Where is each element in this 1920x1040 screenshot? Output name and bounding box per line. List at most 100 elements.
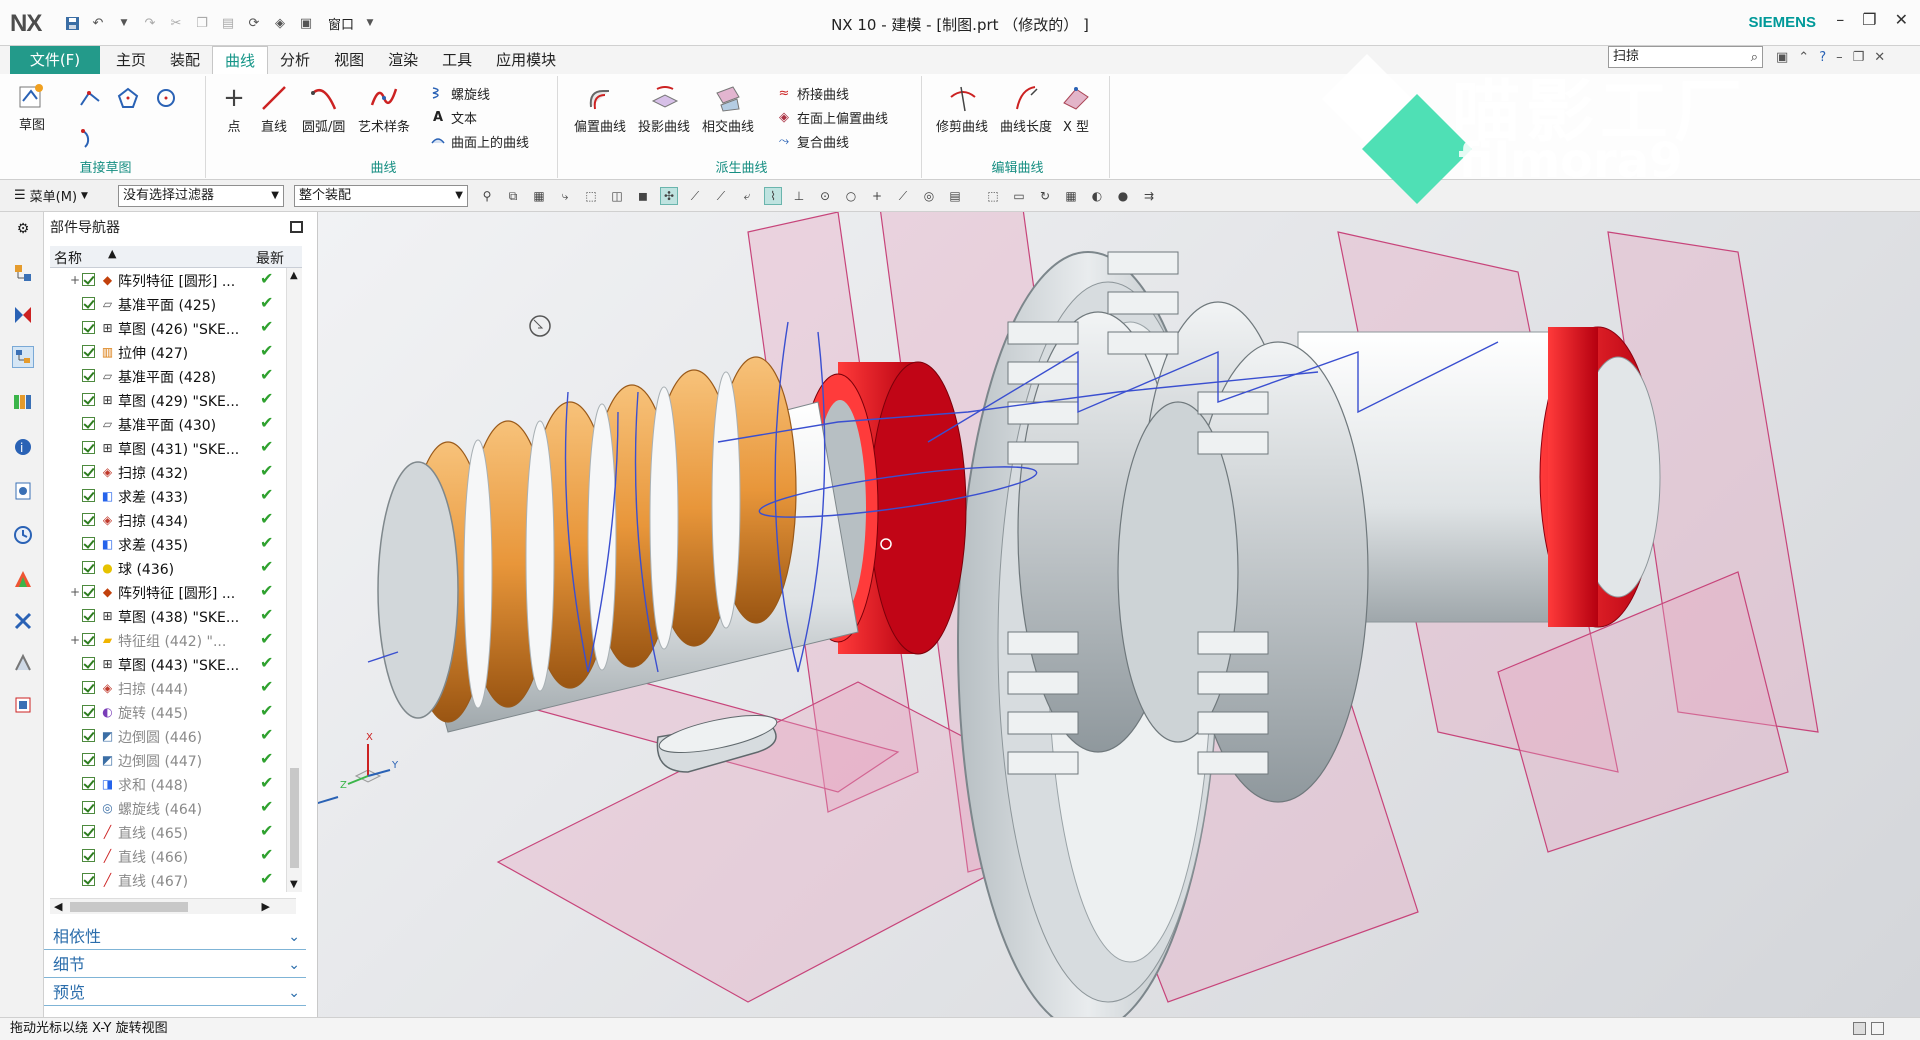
control-point-icon[interactable]: ⤶ [738,187,756,205]
existing-point-icon[interactable]: ○ [842,187,860,205]
maximize-icon[interactable] [290,221,303,233]
hd3d-tools-icon[interactable]: i [12,436,34,458]
filter-icon[interactable]: ⚲ [478,187,496,205]
tree-row[interactable]: + ◆ 阵列特征 [圆形] ... ✔ [50,268,296,292]
assembly-navigator-icon[interactable] [12,262,34,284]
text-button[interactable]: A 文本 [430,106,477,128]
curve-length-button[interactable]: 曲线长度 [1000,80,1052,135]
visibility-checkbox[interactable] [82,681,95,694]
tab-render[interactable]: 渲染 [376,46,430,74]
helix-button[interactable]: 螺旋线 [430,82,490,104]
tree-row[interactable]: ◈ 扫掠 (444) ✔ [50,676,296,700]
tree-row[interactable]: ◐ 旋转 (445) ✔ [50,700,296,724]
tree-row[interactable]: + ◆ 阵列特征 [圆形] ... ✔ [50,580,296,604]
x-form-button[interactable]: X 型 [1058,80,1094,135]
tree-row[interactable]: ╱ 直线 (467) ✔ [50,868,296,892]
profile-button[interactable] [72,80,108,116]
point-on-curve-icon[interactable]: + [868,187,886,205]
tree-row[interactable]: ⊞ 草图 (429) "SKE... ✔ [50,388,296,412]
tree-row[interactable]: ╱ 直线 (466) ✔ [50,844,296,868]
tree-row[interactable]: ◈ 扫掠 (434) ✔ [50,508,296,532]
scroll-left-icon[interactable]: ◀ [54,900,62,913]
part-navigator-icon[interactable] [12,346,34,368]
close-icon[interactable]: ✕ [1874,50,1885,65]
visibility-checkbox[interactable] [82,345,95,358]
status-toggle-icon[interactable] [1853,1022,1866,1035]
mid-point-icon[interactable]: ⟋ [712,187,730,205]
trim-curve-button[interactable]: 修剪曲线 [936,80,988,135]
studio-spline-button[interactable]: 艺术样条 [358,80,410,135]
restore-icon[interactable]: ❐ [1862,10,1876,29]
intersection-curve-button[interactable]: 相交曲线 [702,80,754,135]
search-icon[interactable]: ⌕ [1751,48,1758,68]
visibility-checkbox[interactable] [82,561,95,574]
help-icon[interactable]: ? [1819,50,1826,65]
status-window-icon[interactable] [1871,1022,1884,1035]
visibility-checkbox[interactable] [82,585,95,598]
offset-in-face-button[interactable]: ◈ 在面上偏置曲线 [776,106,888,128]
tab-view[interactable]: 视图 [322,46,376,74]
file-menu-button[interactable]: 文件(F) [10,46,100,74]
wireframe-icon[interactable]: ◫ [608,187,626,205]
quadrant-point-icon[interactable]: ⊙ [816,187,834,205]
selection-scope-select[interactable]: 整个装配 ▼ [294,185,468,207]
visibility-checkbox[interactable] [82,849,95,862]
tab-analysis[interactable]: 分析 [268,46,322,74]
arc-circle-button[interactable]: 圆弧/圆 [302,80,345,135]
expand-icon[interactable]: + [70,273,80,287]
offset-curve-button[interactable]: 偏置曲线 [574,80,626,135]
type-filter-select[interactable]: 没有选择过滤器 ▼ [118,185,284,207]
tree-row[interactable]: ◩ 边倒圆 (446) ✔ [50,724,296,748]
line-button[interactable]: 直线 [256,80,292,135]
tree-row[interactable]: ⊞ 草图 (443) "SKE... ✔ [50,652,296,676]
edge-display-icon[interactable]: ◐ [1088,187,1106,205]
visibility-checkbox[interactable] [82,657,95,670]
expand-icon[interactable]: + [70,585,80,599]
visibility-checkbox[interactable] [82,321,95,334]
vertical-scrollbar[interactable]: ▲ ▼ [286,268,302,892]
visibility-checkbox[interactable] [82,393,95,406]
restore-icon[interactable]: ❐ [1853,50,1865,65]
composite-curve-button[interactable]: ⤳ 复合曲线 [776,130,849,152]
tree-row[interactable]: ▱ 基准平面 (430) ✔ [50,412,296,436]
point-button[interactable]: + 点 [216,80,252,135]
select-all-icon[interactable]: ⧉ [504,187,522,205]
tree-row[interactable]: ⊞ 草图 (431) "SKE... ✔ [50,436,296,460]
tab-applications[interactable]: 应用模块 [484,46,568,74]
tree-row[interactable]: ▥ 拉伸 (427) ✔ [50,340,296,364]
column-latest-header[interactable]: 最新 [256,248,284,268]
scroll-up-icon[interactable]: ▲ [290,270,298,281]
arc-button[interactable] [72,120,108,156]
visibility-checkbox[interactable] [82,537,95,550]
preview-panel[interactable]: 预览 ⌄ [44,980,306,1006]
tab-curve[interactable]: 曲线 [212,46,269,74]
scroll-thumb[interactable] [70,902,188,912]
system-materials-icon[interactable] [12,694,34,716]
visibility-checkbox[interactable] [82,489,95,502]
visibility-checkbox[interactable] [82,513,95,526]
visibility-checkbox[interactable] [82,753,95,766]
visibility-checkbox[interactable] [82,297,95,310]
intent-icon[interactable]: ⤷ [556,187,574,205]
scroll-down-icon[interactable]: ▼ [290,879,298,890]
tree-row[interactable]: + ▰ 特征组 (442) "... ✔ [50,628,296,652]
visibility-checkbox[interactable] [82,369,95,382]
constraint-navigator-icon[interactable] [12,304,34,326]
project-curve-button[interactable]: 投影曲线 [638,80,690,135]
visibility-checkbox[interactable] [82,465,95,478]
tree-row[interactable]: ◈ 扫掠 (432) ✔ [50,460,296,484]
settings-icon[interactable]: ⚙ [12,218,34,240]
visibility-checkbox[interactable] [82,417,95,430]
visibility-checkbox[interactable] [82,825,95,838]
tree-row[interactable]: ◧ 求差 (433) ✔ [50,484,296,508]
tab-assembly[interactable]: 装配 [158,46,212,74]
snap-enable-icon[interactable]: ✣ [660,187,678,205]
page-icon[interactable]: ▤ [946,187,964,205]
visibility-checkbox[interactable] [82,609,95,622]
selection-mode-icon[interactable]: ▦ [530,187,548,205]
fit-view-icon[interactable]: ▭ [1010,187,1028,205]
bounded-grid-icon[interactable]: ◎ [920,187,938,205]
ribbon-options-icon[interactable]: ▣ [1776,50,1788,65]
horizontal-scrollbar[interactable]: ◀ ▶ [50,898,296,914]
role-icon[interactable] [12,610,34,632]
